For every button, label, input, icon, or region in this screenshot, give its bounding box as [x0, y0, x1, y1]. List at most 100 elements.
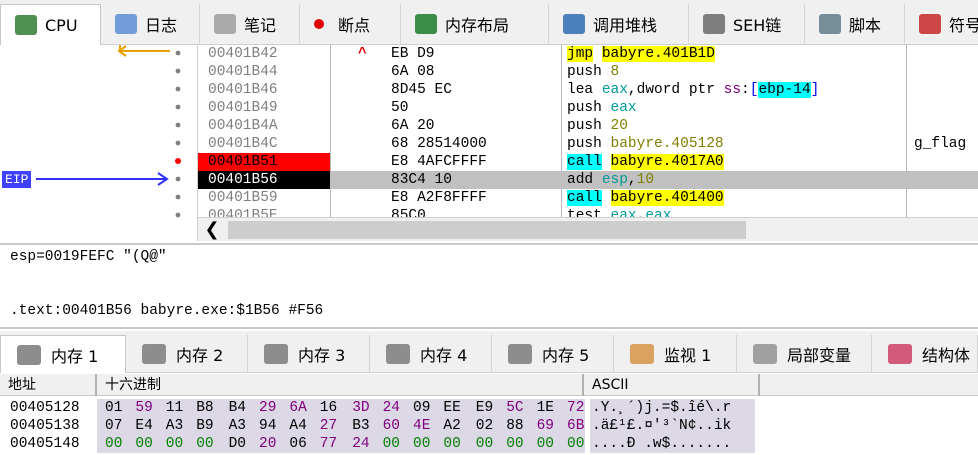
- dump-tab[interactable]: 结构体: [872, 335, 978, 373]
- dump-tab-label: 内存 4: [420, 346, 468, 365]
- tab-label: 脚本: [849, 16, 882, 35]
- scroll-thumb[interactable]: [228, 221, 746, 239]
- jump-up-icon: ^: [358, 46, 367, 62]
- info-pane: esp=0019FEFC "(Q@" .text:00401B56 babyre…: [0, 243, 978, 329]
- ascii-column-header[interactable]: ASCII: [584, 374, 760, 396]
- call-stack-icon: [563, 14, 585, 34]
- instruction-address: 00401B44: [208, 64, 278, 80]
- tab-label: 调用堆栈: [593, 16, 658, 35]
- instruction-address: 00401B56: [198, 171, 330, 189]
- memory-dump-icon: [17, 344, 41, 365]
- instruction-text: push 20: [567, 118, 628, 134]
- disasm-row[interactable]: 00401B49 50 push eax: [198, 99, 978, 117]
- tab-breakpoint[interactable]: 断点: [300, 4, 401, 44]
- disasm-row[interactable]: 00401B59 E8 A2F8FFFF call babyre.401400: [198, 189, 978, 207]
- instruction-bytes: EB D9: [391, 46, 435, 62]
- instruction-text: push 8: [567, 64, 620, 80]
- instruction-address: 00401B4C: [208, 136, 278, 152]
- tab-symbols[interactable]: 符号: [905, 4, 978, 44]
- memory-dump-view[interactable]: 00405128 01 59 11 B8 B4 29 6A 16 3D 24 09 EE E9 5C 1E 72…: [0, 396, 978, 455]
- instruction-address: 00401B46: [208, 82, 278, 98]
- dump-address: 00405138: [10, 418, 80, 434]
- dump-tab-label: 内存 5: [542, 346, 590, 365]
- dump-tab[interactable]: 局部变量: [737, 335, 872, 373]
- branch-arrows: [36, 45, 181, 218]
- notes-icon: [214, 14, 236, 34]
- instruction-address: 00401B5E: [208, 208, 278, 217]
- instruction-bytes: 6A 20: [391, 118, 435, 134]
- instruction-address: 00401B59: [208, 190, 278, 206]
- hex-column-header[interactable]: 十六进制: [97, 374, 584, 396]
- instruction-bytes: 8D45 EC: [391, 82, 452, 98]
- symbols-icon: [919, 14, 941, 34]
- eip-label: EIP: [2, 171, 32, 188]
- instruction-bytes: 6A 08: [391, 64, 435, 80]
- dump-tab[interactable]: 内存 2: [126, 335, 248, 373]
- dump-tab-label: 内存 3: [298, 346, 346, 365]
- disasm-horizontal-scrollbar[interactable]: ❮: [198, 217, 978, 241]
- memory-dump-icon: [142, 344, 166, 364]
- instruction-text: push eax: [567, 100, 637, 116]
- dump-row[interactable]: 00405138 07 E4 A3 B9 A3 94 A4 27 B3 60 4E A2 02 88 69 6B…: [0, 417, 978, 435]
- dump-hex-bytes: 07 E4 A3 B9 A3 94 A4 27 B3 60 4E A2 02 88 69 6B: [97, 417, 585, 435]
- dump-tab[interactable]: 内存 3: [248, 335, 370, 373]
- tab-cpu[interactable]: CPU: [0, 4, 101, 45]
- tab-seh[interactable]: SEH链: [689, 4, 805, 44]
- instruction-bytes: E8 A2F8FFFF: [391, 190, 487, 206]
- tab-memory-map[interactable]: 内存布局: [401, 4, 549, 44]
- disasm-row[interactable]: 00401B4A 6A 20 push 20: [198, 117, 978, 135]
- tab-label: SEH链: [733, 16, 782, 35]
- dump-hex-bytes: 01 59 11 B8 B4 29 6A 16 3D 24 09 EE E9 5C 1E 72: [97, 399, 585, 417]
- memory-dump-icon: [508, 344, 532, 364]
- dump-tab-label: 结构体: [922, 346, 971, 365]
- instruction-bytes: 85C0: [391, 208, 426, 217]
- dump-tab[interactable]: 监视 1: [614, 335, 737, 373]
- tab-label: 日志: [145, 16, 178, 35]
- disasm-row[interactable]: 00401B51 E8 4AFCFFFF call babyre.4017A0: [198, 153, 978, 171]
- dump-tab[interactable]: 内存 5: [492, 335, 614, 373]
- instruction-text: add esp,10: [567, 172, 655, 188]
- info-register-line: esp=0019FEFC "(Q@": [10, 249, 167, 265]
- dump-ascii: .Y.¸´)j.=$.îé\.r: [590, 399, 755, 417]
- tab-log[interactable]: 日志: [101, 4, 200, 44]
- dump-address: 00405148: [10, 436, 80, 452]
- disasm-row[interactable]: 00401B46 8D45 EC lea eax,dword ptr ss:[ebp…: [198, 81, 978, 99]
- tab-call-stack[interactable]: 调用堆栈: [549, 4, 689, 44]
- disasm-row[interactable]: 00401B56 83C4 10 add esp,10: [198, 171, 978, 189]
- scroll-left-icon[interactable]: ❮: [202, 220, 222, 240]
- tab-notes[interactable]: 笔记: [200, 4, 300, 44]
- instruction-address: 00401B51: [198, 153, 330, 171]
- tab-script[interactable]: 脚本: [805, 4, 905, 44]
- seh-icon: [703, 14, 725, 34]
- address-column-header[interactable]: 地址: [0, 374, 97, 396]
- instruction-text: jmp babyre.401B1D: [567, 46, 715, 62]
- info-location-line: .text:00401B56 babyre.exe:$1B56 #F56: [10, 303, 324, 319]
- instruction-text: call babyre.401400: [567, 190, 724, 206]
- dump-tab-label: 局部变量: [787, 346, 852, 365]
- memory-dump-icon: [386, 344, 410, 364]
- script-icon: [819, 14, 841, 34]
- disasm-row[interactable]: 00401B4C 68 28514000 push babyre.405128 g_f…: [198, 135, 978, 153]
- cpu-icon: [15, 15, 37, 35]
- dump-tab-label: 监视 1: [664, 346, 712, 365]
- watch-icon: [630, 344, 654, 364]
- disasm-row[interactable]: 00401B5E 85C0 test eax,eax: [198, 207, 978, 217]
- dump-tab[interactable]: 内存 1: [0, 335, 126, 373]
- dump-row[interactable]: 00405148 00 00 00 00 D0 20 06 77 24 00 00 00 00 00 00 00…: [0, 435, 978, 453]
- tab-label: 笔记: [244, 16, 277, 35]
- disassembly-view[interactable]: 00401B42 ^ EB D9 jmp babyre.401B1D 00401B44 6…: [198, 45, 978, 217]
- dump-row[interactable]: 00405128 01 59 11 B8 B4 29 6A 16 3D 24 09 EE E9 5C 1E 72…: [0, 399, 978, 417]
- memory-dump-icon: [264, 344, 288, 364]
- disasm-row[interactable]: 00401B44 6A 08 push 8: [198, 63, 978, 81]
- memory-map-icon: [415, 14, 437, 34]
- instruction-bytes: 83C4 10: [391, 172, 452, 188]
- instruction-bytes: 68 28514000: [391, 136, 487, 152]
- dump-ascii: .ä£¹£.¤'³`N¢..ik: [590, 417, 755, 435]
- instruction-address: 00401B49: [208, 100, 278, 116]
- tab-label: 断点: [338, 16, 371, 35]
- breakpoint-icon: [314, 19, 324, 29]
- instruction-address: 00401B42: [208, 46, 278, 62]
- tab-label: CPU: [45, 15, 78, 35]
- disasm-row[interactable]: 00401B42 ^ EB D9 jmp babyre.401B1D: [198, 45, 978, 63]
- dump-tab[interactable]: 内存 4: [370, 335, 492, 373]
